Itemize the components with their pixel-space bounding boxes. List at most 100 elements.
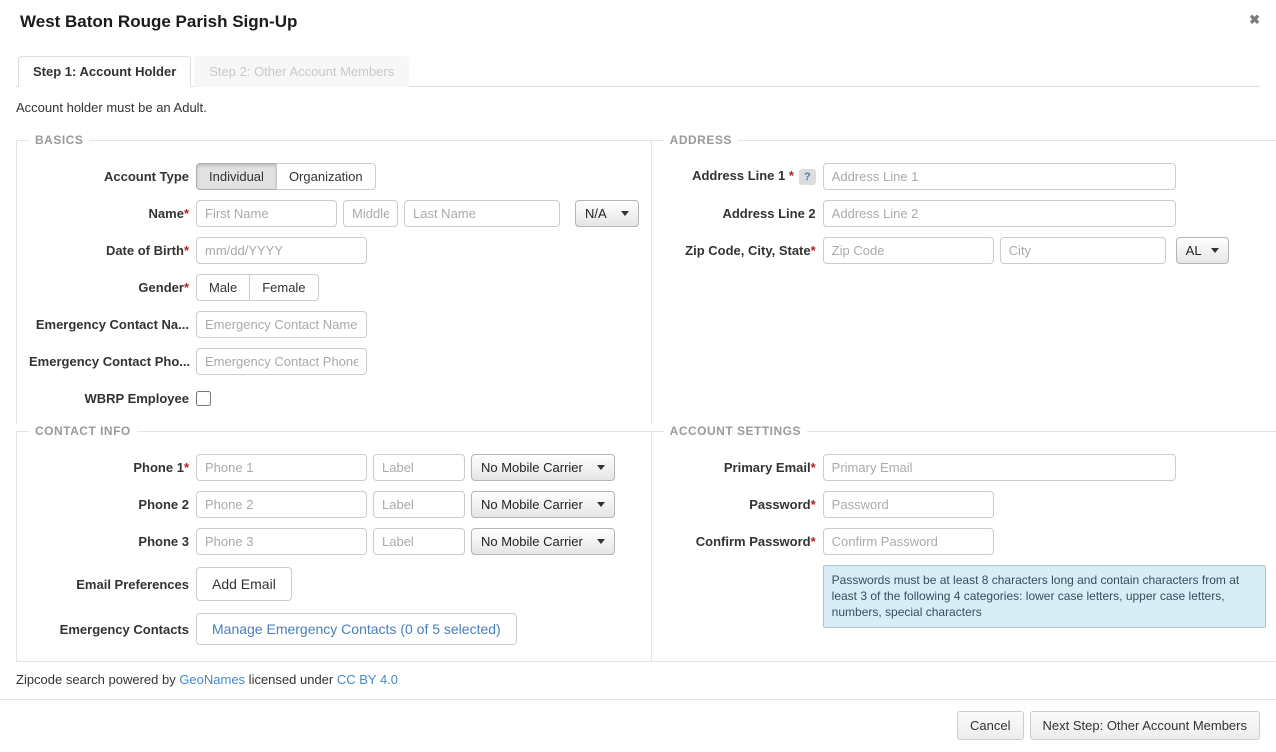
phone1-carrier-select[interactable]: No Mobile Carrier xyxy=(471,454,615,481)
account-type-toggle: Individual Organization xyxy=(196,163,376,190)
attribution-text: Zipcode search powered by xyxy=(16,672,179,687)
required-asterisk: * xyxy=(811,497,816,512)
email-preferences-label: Email Preferences xyxy=(29,577,189,592)
adult-note: Account holder must be an Adult. xyxy=(16,100,1260,115)
geonames-link[interactable]: GeoNames xyxy=(179,672,245,687)
dob-input[interactable] xyxy=(196,237,367,264)
manage-emergency-contacts-button[interactable]: Manage Emergency Contacts (0 of 5 select… xyxy=(196,613,517,645)
address-line2-input[interactable] xyxy=(823,200,1176,227)
chevron-down-icon xyxy=(621,211,629,216)
form-grid: BASICS Account Type Individual Organizat… xyxy=(16,133,1260,662)
name-row: Name* N/A xyxy=(29,200,639,227)
emergency-contact-phone-row: Emergency Contact Pho... xyxy=(29,348,639,375)
cancel-button[interactable]: Cancel xyxy=(957,711,1023,740)
required-asterisk: * xyxy=(811,460,816,475)
close-icon[interactable]: ✖ xyxy=(1249,13,1260,26)
emergency-contacts-row: Emergency Contacts Manage Emergency Cont… xyxy=(29,613,639,645)
phone1-carrier-value: No Mobile Carrier xyxy=(481,460,583,475)
name-suffix-value: N/A xyxy=(585,206,607,221)
next-step-button[interactable]: Next Step: Other Account Members xyxy=(1030,711,1260,740)
phone2-row: Phone 2 No Mobile Carrier xyxy=(29,491,639,518)
help-icon[interactable]: ? xyxy=(799,169,816,185)
phone3-row: Phone 3 No Mobile Carrier xyxy=(29,528,639,555)
required-asterisk: * xyxy=(811,243,816,258)
address-line2-row: Address Line 2 xyxy=(664,200,1266,227)
emergency-contact-name-label: Emergency Contact Na... xyxy=(29,317,189,332)
state-select[interactable]: AL xyxy=(1176,237,1229,264)
primary-email-label: Primary Email* xyxy=(664,460,816,475)
chevron-down-icon xyxy=(597,539,605,544)
zip-city-state-row: Zip Code, City, State* AL xyxy=(664,237,1266,264)
address-legend: ADDRESS xyxy=(664,133,738,147)
account-type-individual-button[interactable]: Individual xyxy=(196,163,277,190)
phone1-input[interactable] xyxy=(196,454,367,481)
wbrp-employee-row: WBRP Employee xyxy=(29,389,639,408)
dialog-header: West Baton Rouge Parish Sign-Up ✖ xyxy=(0,0,1276,32)
tab-step2-other-account-members[interactable]: Step 2: Other Account Members xyxy=(194,56,409,87)
address-line1-input[interactable] xyxy=(823,163,1176,190)
chevron-down-icon xyxy=(597,502,605,507)
tab-step1-account-holder[interactable]: Step 1: Account Holder xyxy=(18,56,191,87)
emergency-contacts-label: Emergency Contacts xyxy=(29,622,189,637)
middle-name-input[interactable] xyxy=(343,200,398,227)
gender-toggle: Male Female xyxy=(196,274,319,301)
dob-row: Date of Birth* xyxy=(29,237,639,264)
gender-male-button[interactable]: Male xyxy=(196,274,250,301)
phone2-carrier-select[interactable]: No Mobile Carrier xyxy=(471,491,615,518)
chevron-down-icon xyxy=(597,465,605,470)
name-label: Name* xyxy=(29,206,189,221)
cc-by-license-link[interactable]: CC BY 4.0 xyxy=(337,672,398,687)
phone1-row: Phone 1* No Mobile Carrier xyxy=(29,454,639,481)
required-asterisk: * xyxy=(184,280,189,295)
wbrp-employee-checkbox[interactable] xyxy=(196,391,211,406)
action-bar: Cancel Next Step: Other Account Members xyxy=(0,699,1276,752)
primary-email-row: Primary Email* xyxy=(664,454,1266,481)
phone3-label: Phone 3 xyxy=(29,534,189,549)
add-email-button[interactable]: Add Email xyxy=(196,567,292,601)
zipcode-attribution: Zipcode search powered by GeoNames licen… xyxy=(16,672,1260,687)
phone2-input[interactable] xyxy=(196,491,367,518)
gender-row: Gender* Male Female xyxy=(29,274,639,301)
name-suffix-select[interactable]: N/A xyxy=(575,200,639,227)
contact-info-legend: CONTACT INFO xyxy=(29,424,137,438)
first-name-input[interactable] xyxy=(196,200,337,227)
city-input[interactable] xyxy=(1000,237,1166,264)
confirm-password-input[interactable] xyxy=(823,528,994,555)
phone3-carrier-value: No Mobile Carrier xyxy=(481,534,583,549)
state-value: AL xyxy=(1186,243,1202,258)
zip-city-state-label: Zip Code, City, State* xyxy=(664,243,816,258)
phone3-label-input[interactable] xyxy=(373,528,465,555)
last-name-input[interactable] xyxy=(404,200,560,227)
address-line1-label: Address Line 1 *? xyxy=(664,168,816,185)
zip-code-input[interactable] xyxy=(823,237,994,264)
basics-legend: BASICS xyxy=(29,133,89,147)
account-type-label: Account Type xyxy=(29,169,189,184)
phone2-label-input[interactable] xyxy=(373,491,465,518)
required-asterisk: * xyxy=(811,534,816,549)
confirm-password-row: Confirm Password* xyxy=(664,528,1266,555)
phone1-label-input[interactable] xyxy=(373,454,465,481)
account-type-row: Account Type Individual Organization xyxy=(29,163,639,190)
required-asterisk: * xyxy=(184,206,189,221)
password-row: Password* xyxy=(664,491,1266,518)
emergency-contact-phone-label: Emergency Contact Pho... xyxy=(29,354,189,369)
account-settings-section: ACCOUNT SETTINGS Primary Email* Password… xyxy=(652,424,1276,662)
basics-section: BASICS Account Type Individual Organizat… xyxy=(16,133,652,424)
primary-email-input[interactable] xyxy=(823,454,1176,481)
phone3-carrier-select[interactable]: No Mobile Carrier xyxy=(471,528,615,555)
tab-bar: Step 1: Account Holder Step 2: Other Acc… xyxy=(16,56,1260,87)
password-input[interactable] xyxy=(823,491,994,518)
gender-female-button[interactable]: Female xyxy=(249,274,318,301)
emergency-contact-name-input[interactable] xyxy=(196,311,367,338)
phone3-input[interactable] xyxy=(196,528,367,555)
required-asterisk: * xyxy=(184,243,189,258)
account-type-organization-button[interactable]: Organization xyxy=(276,163,376,190)
address-line2-label: Address Line 2 xyxy=(664,206,816,221)
phone2-label: Phone 2 xyxy=(29,497,189,512)
emergency-contact-phone-input[interactable] xyxy=(196,348,367,375)
chevron-down-icon xyxy=(1211,248,1219,253)
password-note-row: Passwords must be at least 8 characters … xyxy=(664,565,1266,628)
password-label: Password* xyxy=(664,497,816,512)
attribution-text: licensed under xyxy=(245,672,337,687)
required-asterisk: * xyxy=(184,460,189,475)
